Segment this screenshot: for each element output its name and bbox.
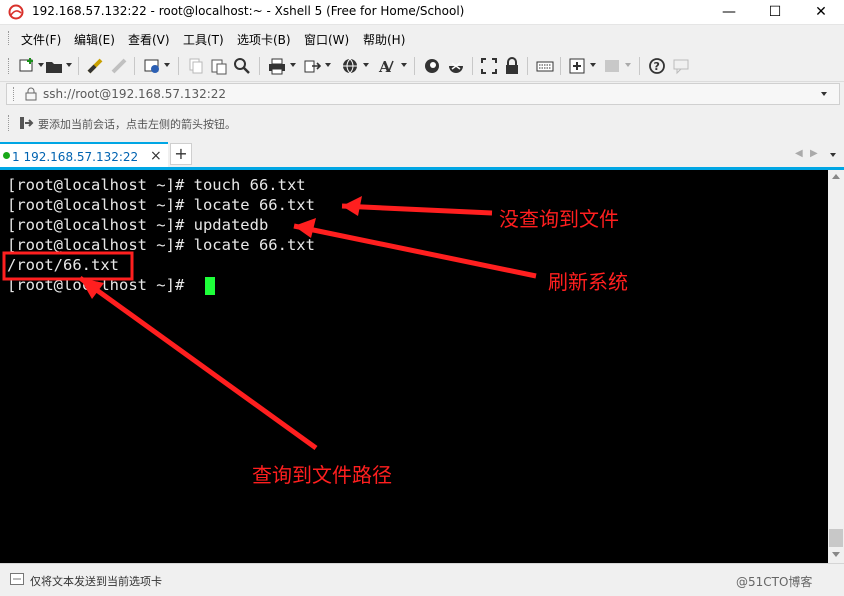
tab-label: 1 192.168.57.132:22 <box>12 150 139 164</box>
hint-grip <box>8 115 12 131</box>
properties-icon[interactable] <box>143 57 161 75</box>
status-bar: 仅将文本发送到当前选项卡 @51CTO博客 <box>0 563 844 596</box>
address-dropdown-icon[interactable] <box>821 92 827 96</box>
toolbar-separator <box>639 57 640 75</box>
terminal-line: [root@localhost ~]# locate 66.txt <box>7 236 315 254</box>
connect-icon[interactable] <box>86 57 104 75</box>
new-session-icon[interactable] <box>18 57 36 75</box>
properties-dropdown-icon[interactable] <box>164 63 170 67</box>
find-icon[interactable] <box>233 57 251 75</box>
terminal-scrollbar[interactable] <box>828 170 844 563</box>
connected-status-icon <box>3 152 10 159</box>
copy-icon <box>189 58 203 74</box>
annotation-refresh: 刷新系统 <box>548 270 628 294</box>
menu-help[interactable]: 帮助(H) <box>363 31 405 48</box>
status-text: 仅将文本发送到当前选项卡 <box>30 575 162 588</box>
globe-icon[interactable] <box>341 57 359 75</box>
chat-icon <box>673 59 689 75</box>
add-tab-icon[interactable] <box>568 57 586 75</box>
toolbar-separator <box>134 57 135 75</box>
print-icon[interactable] <box>268 57 286 75</box>
tab-scroll-right-icon[interactable]: ▶ <box>810 148 818 159</box>
annotation-no-file: 没查询到文件 <box>499 207 619 231</box>
close-icon: ✕ <box>815 4 827 20</box>
menu-view[interactable]: 查看(V) <box>128 31 170 48</box>
session-hint-bar: 要添加当前会话，点击左侧的箭头按钮。 <box>0 110 844 136</box>
scroll-down-icon[interactable] <box>832 552 840 557</box>
terminal-line: [root@localhost ~]# <box>7 276 194 294</box>
new-session-dropdown-icon[interactable] <box>38 63 44 67</box>
menu-tools[interactable]: 工具(T) <box>183 31 224 48</box>
toolbar-separator <box>78 57 79 75</box>
close-button[interactable]: ✕ <box>798 0 844 24</box>
window-title: 192.168.57.132:22 - root@localhost:~ - X… <box>32 4 465 18</box>
layout-dropdown-icon <box>625 63 631 67</box>
terminal-line: [root@localhost ~]# updatedb <box>7 216 269 234</box>
toolbar-separator <box>414 57 415 75</box>
xmanager-icon[interactable] <box>447 57 465 75</box>
globe-dropdown-icon[interactable] <box>363 63 369 67</box>
terminal-line: /root/66.txt <box>7 256 119 274</box>
menu-bar: 文件(F) 编辑(E) 查看(V) 工具(T) 选项卡(B) 窗口(W) 帮助(… <box>0 25 844 51</box>
new-tab-button[interactable]: + <box>170 143 192 165</box>
menu-tab[interactable]: 选项卡(B) <box>237 31 291 48</box>
title-bar: 192.168.57.132:22 - root@localhost:~ - X… <box>0 0 844 25</box>
terminal-area[interactable]: [root@localhost ~]# touch 66.txt [root@l… <box>0 170 828 563</box>
hint-text: 要添加当前会话，点击左侧的箭头按钮。 <box>38 118 236 131</box>
lock-icon <box>25 87 37 101</box>
send-text-icon[interactable] <box>10 573 24 585</box>
toolbar-separator <box>472 57 473 75</box>
svg-text:?: ? <box>654 60 660 73</box>
annotation-found-path: 查询到文件路径 <box>252 463 392 487</box>
maximize-icon: ☐ <box>768 4 782 20</box>
toolbar-separator <box>259 57 260 75</box>
menu-file[interactable]: 文件(F) <box>21 31 61 48</box>
menu-edit[interactable]: 编辑(E) <box>74 31 115 48</box>
transfer-icon[interactable] <box>303 57 321 75</box>
maximize-button[interactable]: ☐ <box>752 0 798 24</box>
tab-close-icon[interactable]: × <box>150 148 162 164</box>
terminal-cursor <box>205 277 215 295</box>
transfer-dropdown-icon[interactable] <box>325 63 331 67</box>
keyboard-icon[interactable] <box>536 57 554 75</box>
fullscreen-icon[interactable] <box>480 57 498 75</box>
disconnect-icon <box>111 58 127 74</box>
menu-grip <box>8 31 12 45</box>
font-dropdown-icon[interactable] <box>401 63 407 67</box>
scroll-up-icon[interactable] <box>832 174 840 179</box>
menu-window[interactable]: 窗口(W) <box>304 31 349 48</box>
terminal-line: [root@localhost ~]# touch 66.txt <box>7 176 306 194</box>
add-tab-dropdown-icon[interactable] <box>590 63 596 67</box>
scroll-thumb[interactable] <box>829 529 843 547</box>
tab-scroll-left-icon[interactable]: ◀ <box>795 148 803 159</box>
tab-session-1[interactable]: 1 192.168.57.132:22 × <box>0 142 168 168</box>
minimize-icon: — <box>722 4 736 20</box>
xshell-logo-icon <box>8 4 24 20</box>
add-session-arrow-icon[interactable] <box>18 115 34 131</box>
lock-icon[interactable] <box>503 57 521 75</box>
print-dropdown-icon[interactable] <box>290 63 296 67</box>
toolbar-grip <box>8 58 12 74</box>
address-grip <box>13 87 17 101</box>
address-input[interactable]: ssh://root@192.168.57.132:22 <box>43 87 226 101</box>
font-icon[interactable]: A <box>377 57 395 75</box>
tab-list-dropdown-icon[interactable] <box>830 153 836 157</box>
minimize-button[interactable]: — <box>706 0 752 24</box>
toolbar: A ? <box>0 51 844 82</box>
svg-text:A: A <box>378 58 391 75</box>
open-folder-icon[interactable] <box>45 57 63 75</box>
terminal-line: [root@localhost ~]# locate 66.txt <box>7 196 315 214</box>
xftp-icon[interactable] <box>423 57 441 75</box>
address-bar[interactable]: ssh://root@192.168.57.132:22 <box>6 83 840 105</box>
toolbar-separator <box>560 57 561 75</box>
toolbar-separator <box>527 57 528 75</box>
watermark: @51CTO博客 <box>736 575 813 589</box>
paste-icon[interactable] <box>210 57 228 75</box>
help-icon[interactable]: ? <box>648 57 666 75</box>
layout-icon <box>605 60 619 72</box>
toolbar-separator <box>178 57 179 75</box>
open-dropdown-icon[interactable] <box>66 63 72 67</box>
